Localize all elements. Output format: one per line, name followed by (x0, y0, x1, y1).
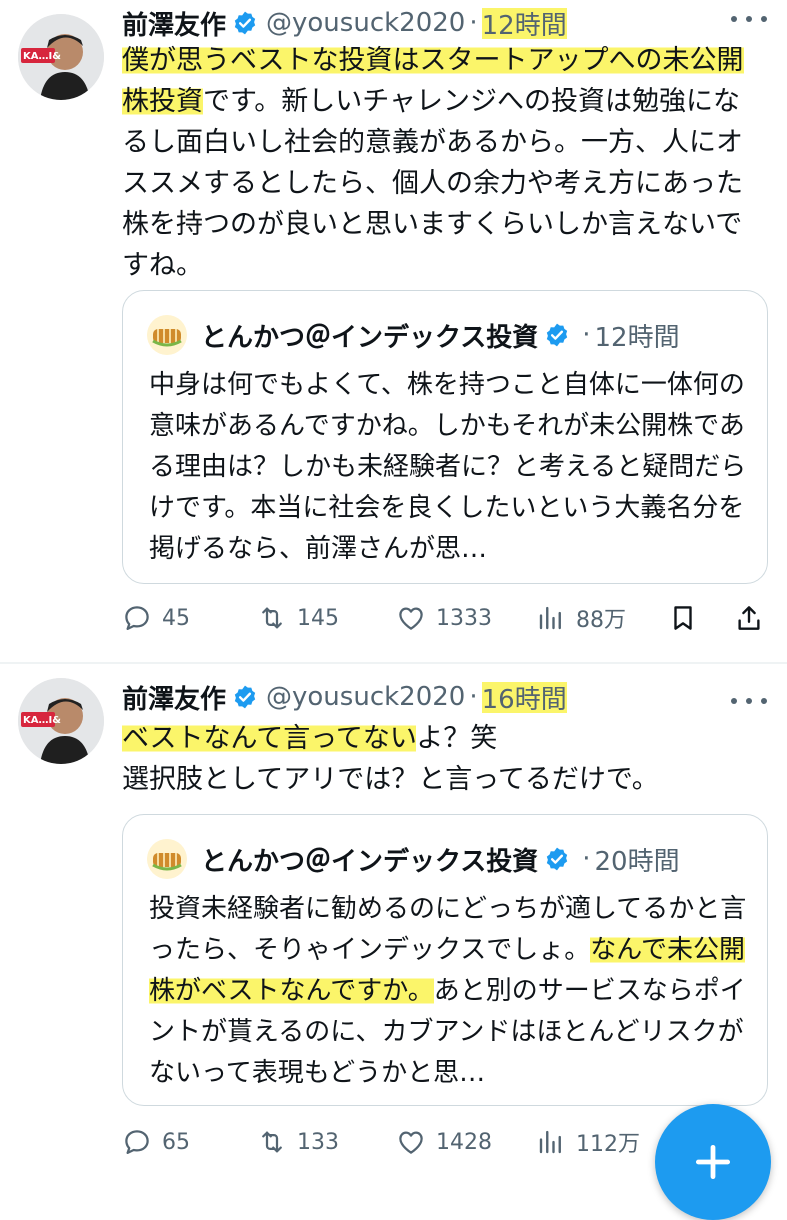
views-count: 112万 (576, 1132, 640, 1157)
reply-icon (125, 1130, 149, 1154)
views-icon (539, 606, 561, 630)
quote-author-name[interactable]: とんかつ＠インデックス投資 (201, 317, 538, 354)
separator-dot: · (582, 844, 591, 874)
quote-time[interactable]: 20時間 (595, 841, 680, 878)
author-handle[interactable]: @yousuck2020 (266, 682, 465, 712)
like-icon (399, 1131, 423, 1154)
retweet-icon (262, 607, 282, 629)
action-bar: 45 145 1333 88万 (122, 598, 768, 638)
reply-count: 65 (162, 1129, 190, 1155)
reply-button[interactable]: 65 (122, 1122, 190, 1162)
bookmark-button[interactable] (668, 598, 708, 638)
verified-badge-icon (547, 323, 568, 347)
verified-badge-icon (547, 847, 568, 871)
tweet-text-rest: です。新しいチャレンジへの投資は勉強になるし面白いし社会的意義があるから。一方、… (122, 86, 743, 281)
like-icon (399, 607, 423, 630)
tweet-text: ベストなんて言ってないよ？笑 選択肢としてアリでは？と言ってるだけで。 (122, 718, 763, 800)
quote-time[interactable]: 12時間 (595, 317, 680, 354)
retweet-count: 133 (297, 1129, 339, 1155)
compose-button[interactable] (655, 1104, 771, 1220)
views-button[interactable]: 112万 (536, 1122, 640, 1162)
highlighted-text: ベストなんて言ってない (122, 723, 417, 754)
reply-count: 45 (162, 605, 190, 631)
tweet-divider (0, 662, 787, 664)
verified-badge-icon (234, 11, 256, 35)
svg-text:KA…I&: KA…I& (23, 51, 61, 62)
like-button[interactable]: 1333 (396, 598, 492, 638)
quote-avatar (147, 839, 187, 879)
avatar[interactable]: KA…I& (18, 14, 104, 100)
bookmark-icon (674, 606, 692, 630)
separator-dot: · (469, 682, 478, 712)
author-handle[interactable]: @yousuck2020 (266, 8, 465, 38)
retweet-button[interactable]: 145 (257, 598, 339, 638)
more-dots-icon[interactable] (731, 8, 767, 30)
tweet[interactable]: KA…I& 前澤友作 @yousuck2020 · 12時間 僕が思うベストな投… (0, 0, 787, 662)
compose-plus-icon (695, 1144, 731, 1180)
like-button[interactable]: 1428 (396, 1122, 492, 1162)
svg-text:KA…I&: KA…I& (23, 715, 61, 726)
highlighted-text: 僕が思うベストな投資はスタートアップへの未公 (122, 45, 717, 76)
tweet-header: 前澤友作 @yousuck2020 · 16時間 (122, 677, 747, 717)
share-icon (738, 606, 760, 630)
avatar[interactable]: KA…I& (18, 678, 104, 764)
reply-button[interactable]: 45 (122, 598, 190, 638)
author-name[interactable]: 前澤友作 (122, 679, 226, 716)
reply-icon (125, 606, 149, 630)
quote-author-name[interactable]: とんかつ＠インデックス投資 (201, 841, 538, 878)
separator-dot: · (469, 8, 478, 38)
quote-avatar (147, 315, 187, 355)
share-button[interactable] (734, 598, 774, 638)
separator-dot: · (582, 320, 591, 350)
quoted-tweet[interactable]: とんかつ＠インデックス投資 · 12時間 中身は何でもよくて、株を持つこと自体に… (122, 290, 768, 584)
more-dots-icon[interactable] (731, 690, 767, 712)
quoted-tweet[interactable]: とんかつ＠インデックス投資 · 20時間 投資未経験者に勧めるのにどっちが適して… (122, 814, 768, 1106)
views-button[interactable]: 88万 (536, 598, 626, 638)
retweet-count: 145 (297, 605, 339, 631)
views-count: 88万 (576, 608, 626, 633)
like-count: 1333 (436, 605, 492, 631)
quote-text: 中身は何でもよくて、株を持つこと自体に一体何の意味があるんですかね。しかもそれが… (149, 370, 747, 564)
retweet-icon (262, 1131, 282, 1153)
tweet-time[interactable]: 12時間 (481, 4, 567, 42)
retweet-button[interactable]: 133 (257, 1122, 339, 1162)
verified-badge-icon (234, 685, 256, 709)
tweet-time[interactable]: 16時間 (481, 678, 567, 716)
like-count: 1428 (436, 1129, 492, 1155)
views-icon (539, 1130, 561, 1154)
author-name[interactable]: 前澤友作 (122, 5, 226, 42)
tweet-text: 僕が思うベストな投資はスタートアップへの未公開株投資です。新しいチャレンジへの投… (122, 40, 763, 286)
quote-text: 投資未経験者に勧めるのにどっちが適してるかと言ったら、そりゃインデックスでしょ。… (149, 889, 749, 1094)
highlighted-text: なん (590, 935, 641, 965)
